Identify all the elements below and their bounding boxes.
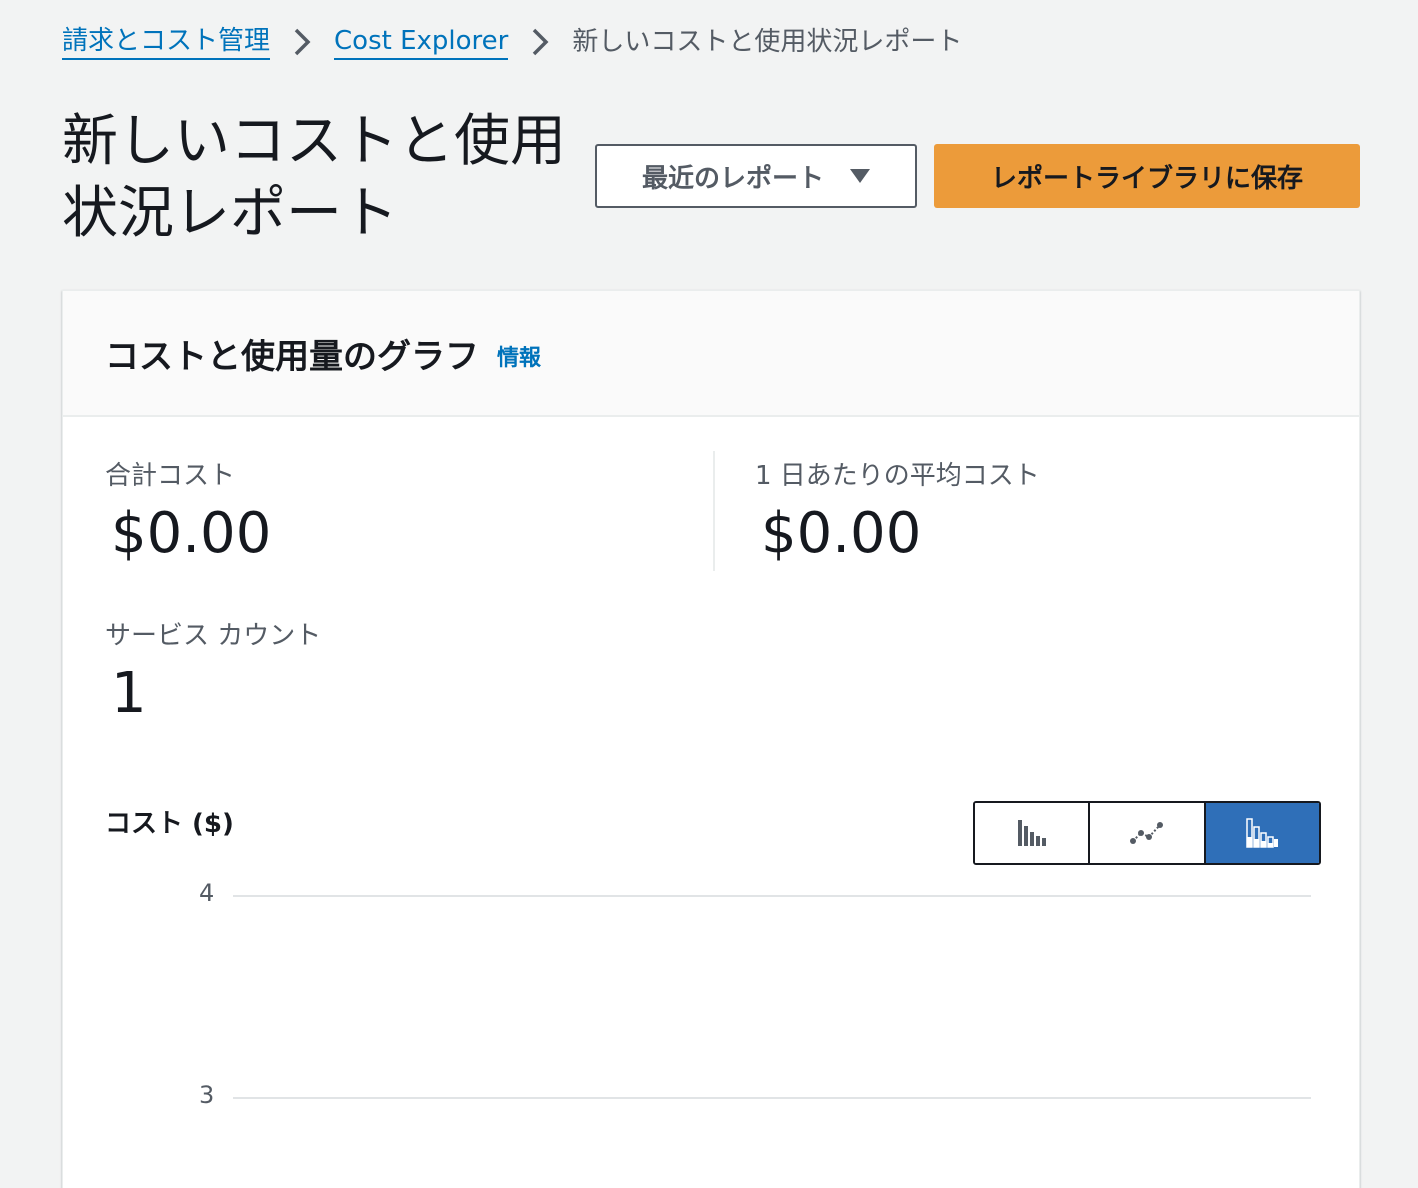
chart-y-axis-label: コスト ($) [105, 809, 234, 839]
info-link[interactable]: 情報 [497, 340, 541, 372]
chevron-right-icon [508, 22, 572, 62]
breadcrumb-current: 新しいコストと使用状況レポート [572, 27, 963, 57]
line-chart-icon [1129, 822, 1163, 844]
line-chart-button[interactable] [1088, 803, 1204, 863]
chart-type-toggle [973, 801, 1321, 865]
stacked-bar-chart-button[interactable] [1203, 803, 1319, 863]
breadcrumb-billing[interactable]: 請求とコスト管理 [62, 24, 271, 60]
panel-title: コストと使用量のグラフ [105, 336, 479, 377]
breadcrumb-cost-explorer[interactable]: Cost Explorer [334, 24, 509, 60]
caret-down-icon [850, 169, 870, 183]
cost-chart: 43 [163, 871, 1323, 1188]
daily-average-cost-label: 1 日あたりの平均コスト [755, 461, 1040, 491]
y-tick-label: 3 [199, 1081, 215, 1109]
service-count-label: サービス カウント [105, 621, 322, 651]
cost-explorer-page: 請求とコスト管理 Cost Explorer 新しいコストと使用状況レポート 新… [0, 0, 1418, 1188]
breadcrumb: 請求とコスト管理 Cost Explorer 新しいコストと使用状況レポート [62, 22, 962, 62]
save-to-library-button[interactable]: レポートライブラリに保存 [934, 144, 1360, 208]
metric-divider [713, 451, 715, 571]
total-cost-value: $0.00 [111, 501, 272, 566]
total-cost-label: 合計コスト [105, 461, 236, 491]
recent-reports-dropdown[interactable]: 最近のレポート [595, 144, 917, 208]
cost-usage-graph-panel: コストと使用量のグラフ 情報 合計コスト $0.00 1 日あたりの平均コスト … [62, 290, 1360, 1188]
page-title: 新しいコストと使用状況レポート [62, 109, 566, 246]
bar-chart-button[interactable] [975, 803, 1089, 863]
recent-reports-label: 最近のレポート [641, 163, 824, 194]
y-tick-label: 4 [199, 879, 215, 907]
daily-average-cost-value: $0.00 [761, 501, 922, 566]
service-count-value: 1 [111, 661, 147, 726]
bar-chart-icon [1017, 820, 1046, 846]
y-gridline [233, 1097, 1311, 1099]
stacked-bar-chart-icon [1246, 818, 1279, 848]
panel-header: コストと使用量のグラフ 情報 [63, 291, 1359, 417]
y-gridline [233, 895, 1311, 897]
chevron-right-icon [270, 22, 334, 62]
